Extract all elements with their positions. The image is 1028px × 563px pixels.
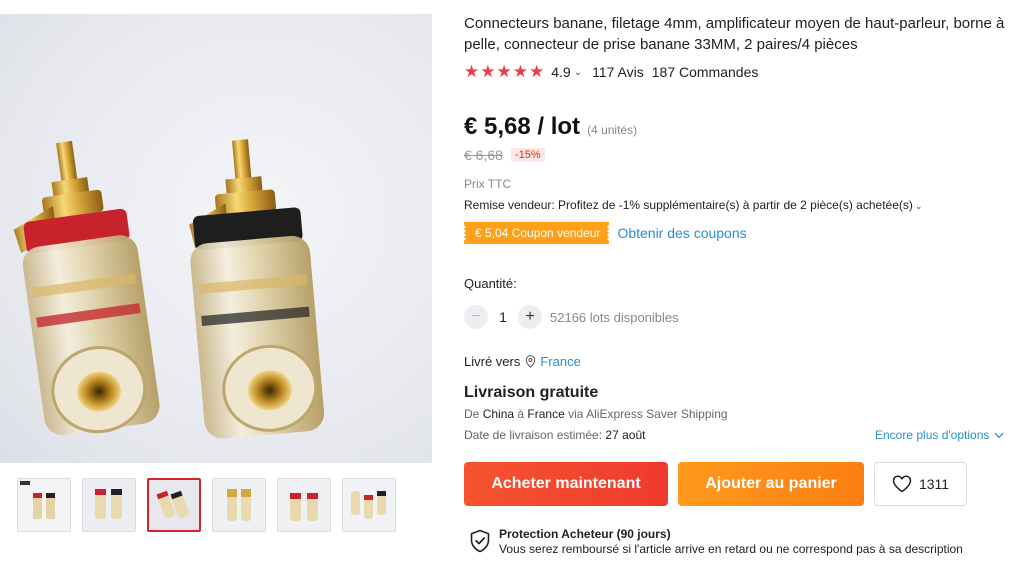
- quantity-value[interactable]: 1: [488, 309, 518, 325]
- original-price: € 6,68: [464, 147, 503, 163]
- thumbnail-1-image: [18, 479, 70, 531]
- route-carrier: via AliExpress Saver Shipping: [568, 407, 728, 421]
- thumbnail-6-image: [343, 479, 395, 531]
- product-title: Connecteurs banane, filetage 4mm, amplif…: [464, 15, 1005, 53]
- quantity-decrease-button[interactable]: −: [464, 305, 488, 329]
- discount-badge: -15%: [510, 148, 545, 162]
- route-prefix: De: [464, 407, 480, 421]
- thumbnail-3-image: [149, 480, 199, 530]
- seller-discount-text: Remise vendeur: Profitez de -1% suppléme…: [464, 198, 913, 212]
- wishlist-count: 1311: [918, 476, 950, 492]
- ship-to-row: Livré vers France: [464, 354, 581, 369]
- stock-available: 52166 lots disponibles: [550, 309, 679, 325]
- buy-now-button[interactable]: Acheter maintenant: [464, 462, 668, 506]
- star-icon: ★: [512, 62, 528, 81]
- reviews-link[interactable]: 117 Avis: [592, 64, 644, 80]
- star-icon: ★: [529, 62, 545, 81]
- chevron-down-icon: [994, 432, 1004, 438]
- price-row: € 5,68 / lot (4 unités): [464, 113, 637, 141]
- price-units: (4 unités): [587, 123, 638, 137]
- route-mid: à: [517, 407, 525, 421]
- delivery-label: Date de livraison estimée:: [464, 428, 603, 442]
- shipping-route: De China à France via AliExpress Saver S…: [464, 407, 728, 421]
- thumbnail-2[interactable]: [82, 478, 136, 532]
- shield-check-icon: [470, 529, 490, 553]
- route-to: France: [527, 407, 565, 421]
- heart-icon: [892, 475, 912, 493]
- protection-title: Protection Acheteur (90 jours): [499, 527, 671, 541]
- thumbnail-5[interactable]: [277, 478, 331, 532]
- thumbnail-3-active[interactable]: [147, 478, 201, 532]
- protection-description: Vous serez remboursé si l'article arrive…: [499, 542, 963, 556]
- delivery-date: 27 août: [605, 428, 646, 442]
- orders-count: 187 Commandes: [651, 64, 759, 80]
- ship-to-country-link[interactable]: France: [540, 354, 580, 369]
- chevron-down-icon[interactable]: ⌄: [574, 67, 582, 78]
- seller-coupon-badge[interactable]: € 5,04 Coupon vendeur: [461, 222, 612, 244]
- quantity-increase-button[interactable]: +: [518, 305, 542, 329]
- more-options-label: Encore plus d'options: [875, 428, 990, 442]
- estimated-delivery: Date de livraison estimée: 27 août: [464, 428, 645, 442]
- quantity-stepper: − 1 + 52166 lots disponibles: [464, 305, 679, 329]
- banana-connectors-photo: [13, 139, 325, 439]
- more-shipping-options-link[interactable]: Encore plus d'options: [875, 428, 1004, 442]
- thumbnail-1[interactable]: [17, 478, 71, 532]
- coupon-row: € 5,04 Coupon vendeur Obtenir des coupon…: [461, 222, 747, 244]
- rating-row: ★ ★ ★ ★ ★ 4.9 ⌄ 117 Avis 187 Commandes: [464, 62, 759, 82]
- wishlist-button[interactable]: 1311: [874, 462, 967, 506]
- ship-to-label: Livré vers: [464, 354, 521, 369]
- buyer-protection: Protection Acheteur (90 jours) Vous sere…: [469, 527, 963, 557]
- chevron-down-icon: ⌄: [914, 201, 923, 211]
- route-from: China: [482, 407, 515, 421]
- rating-value[interactable]: 4.9: [551, 64, 570, 80]
- free-shipping-title: Livraison gratuite: [464, 384, 599, 401]
- quantity-label: Quantité:: [464, 276, 517, 291]
- thumbnail-6[interactable]: [342, 478, 396, 532]
- thumbnail-4-image: [213, 479, 265, 531]
- location-pin-icon: [526, 355, 536, 368]
- star-icon: ★: [496, 62, 512, 81]
- seller-discount[interactable]: Remise vendeur: Profitez de -1% suppléme…: [464, 198, 922, 212]
- get-coupons-link[interactable]: Obtenir des coupons: [617, 225, 746, 241]
- tax-note: Prix TTC: [464, 177, 512, 191]
- protection-text: Protection Acheteur (90 jours) Vous sere…: [499, 527, 963, 557]
- main-product-image[interactable]: [0, 14, 432, 463]
- star-icon: ★: [480, 62, 496, 81]
- current-price: € 5,68 / lot: [464, 113, 581, 140]
- add-to-cart-button[interactable]: Ajouter au panier: [678, 462, 864, 506]
- rating-stars[interactable]: ★ ★ ★ ★ ★: [464, 62, 544, 82]
- star-icon: ★: [464, 62, 480, 81]
- original-price-row: € 6,68 -15%: [464, 147, 545, 163]
- thumbnail-5-image: [278, 479, 330, 531]
- thumbnail-2-image: [83, 479, 135, 531]
- thumbnail-4[interactable]: [212, 478, 266, 532]
